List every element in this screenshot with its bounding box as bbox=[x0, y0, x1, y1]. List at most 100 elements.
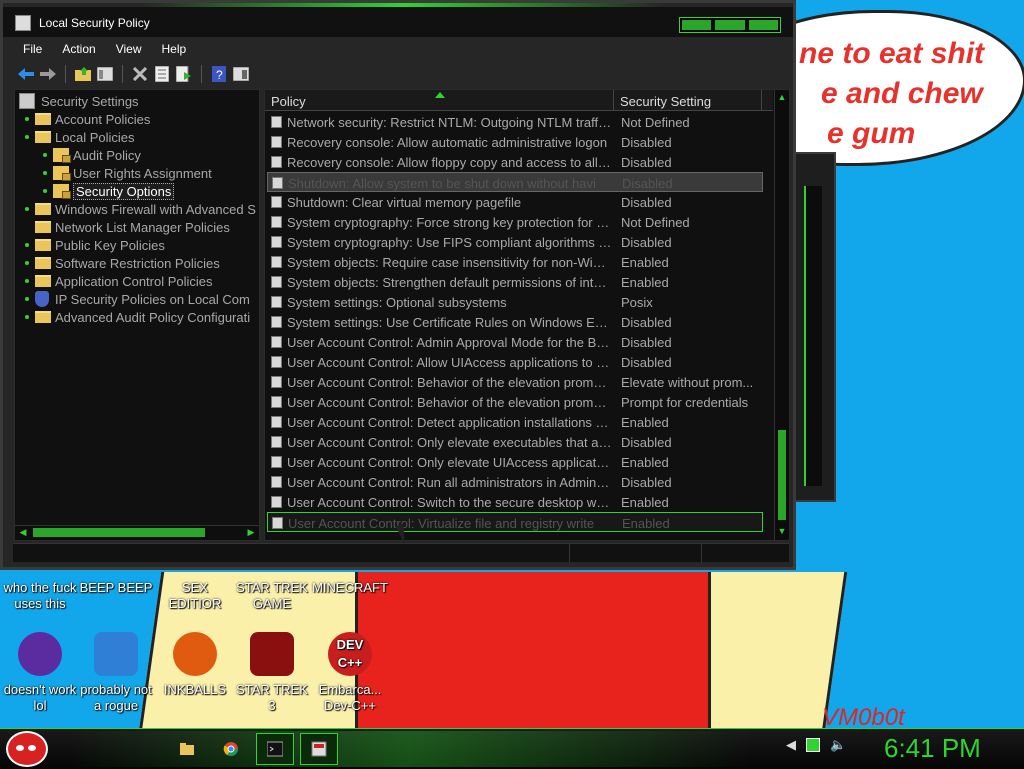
desktop-icon-control-panel[interactable]: probably not a rogue bbox=[78, 632, 154, 714]
tree-horizontal-scrollbar[interactable]: ◀ ▶ bbox=[15, 525, 259, 540]
expand-dot[interactable] bbox=[43, 171, 47, 175]
toolbar: ? bbox=[13, 61, 793, 87]
show-hide-tree-icon[interactable] bbox=[96, 65, 114, 83]
show-hidden-icons-icon[interactable]: ◀ bbox=[786, 737, 796, 753]
scroll-up-arrow-icon[interactable]: ▲ bbox=[776, 92, 788, 104]
policy-row[interactable]: Recovery console: Allow automatic admini… bbox=[267, 132, 763, 152]
policy-row[interactable]: System cryptography: Force strong key pr… bbox=[267, 212, 763, 232]
expand-dot[interactable] bbox=[25, 243, 29, 247]
policy-row[interactable]: System settings: Use Certificate Rules o… bbox=[267, 312, 763, 332]
taskbar-clock[interactable]: 6:41 PM bbox=[884, 733, 981, 764]
policy-row[interactable]: Recovery console: Allow floppy copy and … bbox=[267, 152, 763, 172]
list-vertical-scrollbar[interactable]: ▲ ▼ bbox=[774, 90, 789, 540]
folder-up-icon[interactable] bbox=[74, 65, 92, 83]
desktop-icon-minecraft[interactable]: MINECRAFT bbox=[312, 580, 388, 596]
expand-dot[interactable] bbox=[25, 279, 29, 283]
policy-row[interactable]: User Account Control: Allow UIAccess app… bbox=[267, 352, 763, 372]
expand-dot[interactable] bbox=[25, 207, 29, 211]
taskbar-local-security-policy[interactable] bbox=[300, 733, 338, 765]
policy-row[interactable]: User Account Control: Switch to the secu… bbox=[267, 492, 763, 512]
tree-item-audit-policy[interactable]: Audit Policy bbox=[43, 146, 141, 164]
start-button[interactable] bbox=[6, 731, 48, 767]
policy-row[interactable]: System objects: Strengthen default permi… bbox=[267, 272, 763, 292]
policy-row[interactable]: System settings: Optional subsystems Posi… bbox=[267, 292, 763, 312]
desktop-icon-star-trek-game[interactable]: STAR TREK GAME bbox=[234, 580, 310, 612]
status-divider bbox=[569, 544, 570, 562]
expand-dot[interactable] bbox=[43, 189, 47, 193]
minimize-button[interactable] bbox=[682, 20, 712, 30]
policy-row[interactable]: User Account Control: Detect application… bbox=[267, 412, 763, 432]
tree-item-account-policies[interactable]: Account Policies bbox=[25, 110, 150, 128]
policy-row[interactable]: Shutdown: Clear virtual memory pagefile D… bbox=[267, 192, 763, 212]
forward-arrow-icon[interactable] bbox=[39, 65, 57, 83]
console-tree-icon[interactable] bbox=[232, 65, 250, 83]
taskbar-chrome[interactable] bbox=[212, 733, 250, 765]
help-icon[interactable]: ? bbox=[210, 65, 228, 83]
policy-folder-icon bbox=[53, 166, 71, 181]
network-icon[interactable] bbox=[806, 738, 820, 752]
policy-name: System cryptography: Force strong key pr… bbox=[287, 215, 612, 230]
expand-dot[interactable] bbox=[25, 297, 29, 301]
taskbar-file-explorer[interactable] bbox=[168, 733, 206, 765]
column-header-security-setting[interactable]: Security Setting bbox=[614, 90, 762, 110]
tree-item-advanced-audit-policy[interactable]: Advanced Audit Policy Configurati bbox=[25, 308, 250, 326]
desktop-icon-yahoo-messenger[interactable]: doesn't work lol bbox=[2, 632, 78, 714]
tree-item-local-policies[interactable]: Local Policies bbox=[25, 128, 135, 146]
delete-icon[interactable] bbox=[131, 65, 149, 83]
background-window[interactable] bbox=[790, 152, 836, 502]
policy-row[interactable]: User Account Control: Virtualize file an… bbox=[267, 512, 763, 532]
tree-item-ip-security-policies[interactable]: IP Security Policies on Local Com bbox=[25, 290, 250, 308]
tree-item-application-control-policies[interactable]: Application Control Policies bbox=[25, 272, 213, 290]
tree-item-security-options[interactable]: Security Options bbox=[43, 182, 175, 200]
policy-row[interactable]: User Account Control: Run all administra… bbox=[267, 472, 763, 492]
tree-item-public-key-policies[interactable]: Public Key Policies bbox=[25, 236, 165, 254]
policy-row[interactable]: User Account Control: Only elevate execu… bbox=[267, 432, 763, 452]
policy-row[interactable]: Network security: Restrict NTLM: Outgoin… bbox=[267, 112, 763, 132]
scroll-right-arrow-icon[interactable]: ▶ bbox=[245, 527, 257, 538]
tree-item-network-list-manager[interactable]: Network List Manager Policies bbox=[35, 218, 230, 236]
properties-icon[interactable] bbox=[153, 65, 171, 83]
desktop-icon-sex-editior[interactable]: SEX EDITIOR bbox=[157, 580, 233, 612]
desktop-icon-label: SEX EDITIOR bbox=[168, 580, 222, 611]
policy-row[interactable]: User Account Control: Admin Approval Mod… bbox=[267, 332, 763, 352]
menu-action[interactable]: Action bbox=[52, 39, 105, 59]
menu-view[interactable]: View bbox=[106, 39, 152, 59]
tree-item-windows-firewall[interactable]: Windows Firewall with Advanced S bbox=[25, 200, 256, 218]
title-bar[interactable]: Local Security Policy bbox=[3, 7, 793, 37]
scroll-down-arrow-icon[interactable]: ▼ bbox=[776, 526, 788, 538]
background-window-scrollbar[interactable] bbox=[804, 186, 822, 486]
tree-item-user-rights-assignment[interactable]: User Rights Assignment bbox=[43, 164, 212, 182]
desktop-icon-dev-cpp[interactable]: DEV C++ Embarca... Dev-C++ bbox=[312, 632, 388, 714]
desktop-icon-inkballs[interactable]: INKBALLS bbox=[157, 632, 233, 698]
expand-dot[interactable] bbox=[25, 315, 29, 319]
close-button[interactable] bbox=[748, 20, 778, 30]
policy-setting: Not Defined bbox=[621, 115, 690, 130]
desktop-icon-beep-beep[interactable]: BEEP BEEP bbox=[78, 580, 154, 596]
scroll-left-arrow-icon[interactable]: ◀ bbox=[17, 527, 29, 538]
policy-row[interactable]: Shutdown: Allow system to be shut down w… bbox=[267, 172, 763, 192]
policy-row[interactable]: System cryptography: Use FIPS compliant … bbox=[267, 232, 763, 252]
policy-row[interactable]: User Account Control: Behavior of the el… bbox=[267, 392, 763, 412]
expand-dot[interactable] bbox=[43, 153, 47, 157]
expand-dot[interactable] bbox=[25, 117, 29, 121]
taskbar-command-prompt[interactable] bbox=[256, 733, 294, 765]
tree-item-software-restriction-policies[interactable]: Software Restriction Policies bbox=[25, 254, 220, 272]
scroll-thumb[interactable] bbox=[778, 430, 786, 520]
expand-dot[interactable] bbox=[25, 135, 29, 139]
export-list-icon[interactable] bbox=[175, 65, 193, 83]
policy-row[interactable]: System objects: Require case insensitivi… bbox=[267, 252, 763, 272]
tree-item-security-settings[interactable]: Security Settings bbox=[19, 92, 139, 110]
volume-icon[interactable]: 🔈 bbox=[830, 737, 846, 753]
policy-setting: Enabled bbox=[622, 516, 670, 531]
expand-dot[interactable] bbox=[25, 261, 29, 265]
policy-row[interactable]: User Account Control: Only elevate UIAcc… bbox=[267, 452, 763, 472]
menu-help[interactable]: Help bbox=[152, 39, 197, 59]
desktop-icon-who-the-fuck-uses-this[interactable]: who the fuck uses this bbox=[2, 580, 78, 612]
tree-item-label: Security Options bbox=[73, 182, 175, 200]
menu-file[interactable]: File bbox=[13, 39, 52, 59]
maximize-button[interactable] bbox=[715, 20, 745, 30]
desktop-icon-star-trek-3[interactable]: STAR TREK 3 bbox=[234, 632, 310, 714]
back-arrow-icon[interactable] bbox=[17, 65, 35, 83]
policy-row[interactable]: User Account Control: Behavior of the el… bbox=[267, 372, 763, 392]
scroll-thumb[interactable] bbox=[33, 528, 205, 537]
